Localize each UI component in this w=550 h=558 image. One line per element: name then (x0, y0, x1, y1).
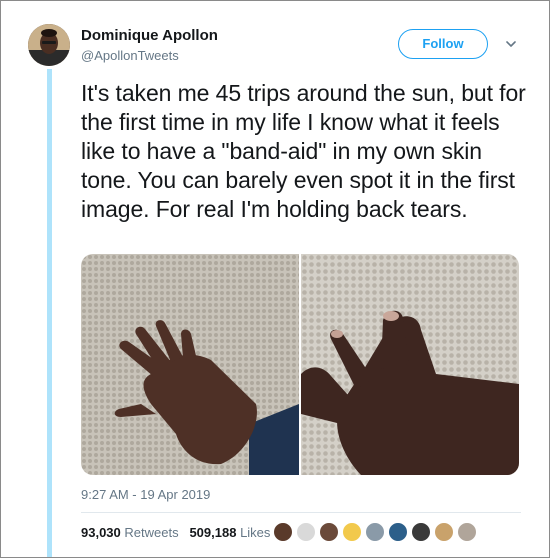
author-avatar[interactable] (28, 24, 70, 66)
tweet-card: Dominique Apollon @ApollonTweets Follow … (0, 0, 550, 558)
retweets-label: Retweets (124, 525, 179, 540)
liker-avatar[interactable] (388, 522, 408, 542)
likes-label: Likes (240, 525, 271, 540)
divider (81, 512, 521, 513)
liker-avatar[interactable] (365, 522, 385, 542)
liker-avatar[interactable] (457, 522, 477, 542)
likes-count: 509,188 (189, 525, 237, 540)
chevron-down-icon[interactable] (504, 37, 518, 51)
liker-avatar[interactable] (411, 522, 431, 542)
liker-avatars (273, 522, 480, 542)
liker-avatar[interactable] (434, 522, 454, 542)
author-handle[interactable]: @ApollonTweets (81, 48, 179, 63)
hand-on-carpet-photo[interactable] (81, 254, 299, 475)
liker-avatar[interactable] (319, 522, 339, 542)
retweets-stat[interactable]: 93,030 Retweets (81, 525, 179, 540)
likes-stat[interactable]: 509,188 Likes (189, 525, 270, 540)
tweet-timestamp[interactable]: 9:27 AM - 19 Apr 2019 (81, 487, 210, 502)
liker-avatar[interactable] (342, 522, 362, 542)
thread-line (47, 69, 52, 557)
hand-closeup-photo[interactable] (301, 254, 519, 475)
tweet-text: It's taken me 45 trips around the sun, b… (81, 80, 526, 222)
author-name[interactable]: Dominique Apollon (81, 27, 218, 44)
liker-avatar[interactable] (273, 522, 293, 542)
media-grid (81, 254, 519, 475)
follow-button[interactable]: Follow (398, 29, 488, 59)
engagement-stats: 93,030 Retweets 509,188 Likes (81, 525, 270, 540)
liker-avatar[interactable] (296, 522, 316, 542)
retweets-count: 93,030 (81, 525, 121, 540)
